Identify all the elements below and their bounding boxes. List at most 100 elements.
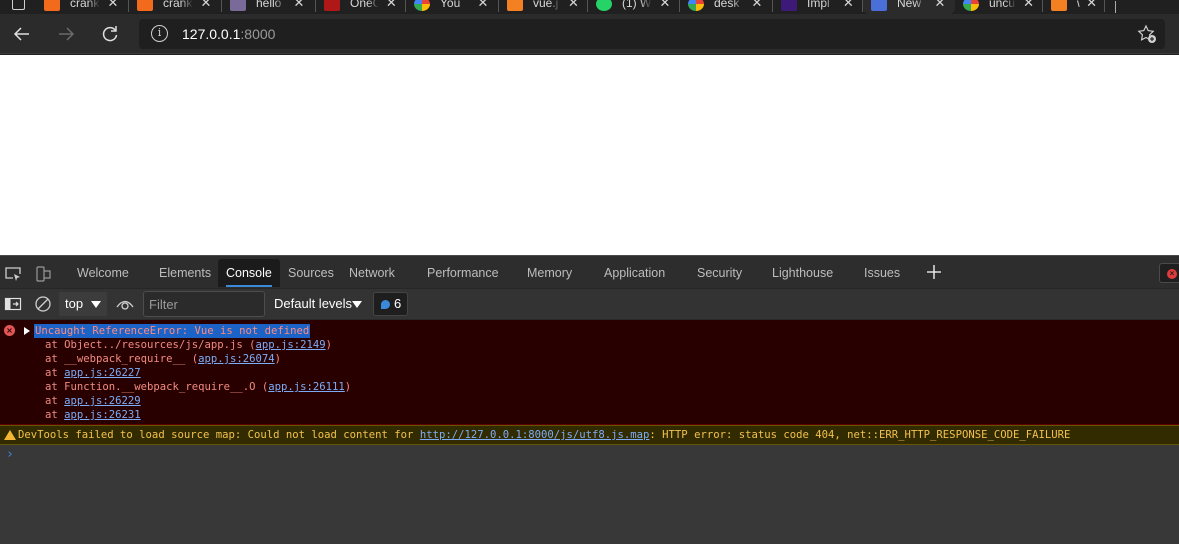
source-link[interactable]: app.js:26229	[64, 395, 141, 407]
close-tab-icon[interactable]: ✕	[385, 0, 398, 11]
browser-window: crank ✕ crank ✕ hello ✕ OneC ✕ You ✕ vue.j ✕ (1) W ✕ d…	[0, 0, 1179, 544]
close-tab-icon[interactable]: ✕	[199, 0, 213, 11]
address-bar[interactable]: i 127.0.0.1:8000	[139, 19, 1165, 49]
image-thumbnail-icon	[230, 0, 246, 11]
devtools-tab-sources[interactable]: Sources	[280, 259, 342, 287]
stack-trace: at Object../resources/js/app.js (app.js:…	[45, 338, 351, 422]
browser-tab[interactable]: vue.j ✕	[499, 0, 588, 14]
close-tab-icon[interactable]: ✕	[842, 0, 855, 11]
url-text[interactable]: 127.0.0.1:8000	[182, 26, 275, 42]
tab-separator	[1104, 0, 1105, 12]
clear-console-button[interactable]	[34, 295, 52, 313]
sidebar-icon	[4, 297, 22, 311]
source-link[interactable]: app.js:26227	[64, 367, 141, 379]
tab-title: hello	[256, 0, 282, 10]
error-headline: Uncaught ReferenceError: Vue is not defi…	[34, 324, 311, 338]
refresh-button[interactable]	[98, 22, 122, 46]
browser-tab[interactable]: why ✕	[1043, 0, 1105, 14]
devtools-tab-application[interactable]: Application	[596, 259, 673, 287]
close-tab-icon[interactable]: ✕	[658, 0, 672, 11]
error-icon: ×	[4, 325, 15, 336]
devtools-tab-elements[interactable]: Elements	[151, 259, 219, 287]
stack-frame: at app.js:26227	[45, 366, 351, 380]
issues-counter[interactable]: 6	[373, 292, 408, 316]
source-link[interactable]: app.js:26074	[198, 353, 275, 365]
devtools-tab-performance[interactable]: Performance	[419, 259, 507, 287]
stack-frame-text: at Object../resources/js/app.js (	[45, 339, 256, 351]
tab-title: uncu	[989, 0, 1016, 10]
purple-logo-icon	[781, 0, 797, 11]
page-viewport	[0, 55, 1179, 255]
source-map-link[interactable]: http://127.0.0.1:8000/js/utf8.js.map	[420, 429, 650, 441]
console-warning-message: DevTools failed to load source map: Coul…	[0, 425, 1179, 445]
context-selector[interactable]: top	[59, 292, 107, 316]
new-tab-divider	[1115, 1, 1116, 13]
source-link[interactable]: app.js:26111	[268, 381, 345, 393]
close-tab-icon[interactable]: ✕	[1022, 0, 1035, 11]
devtools-tab-welcome[interactable]: Welcome	[69, 259, 137, 287]
google-logo-icon	[688, 0, 704, 11]
browser-tab[interactable]: uncu ✕	[955, 0, 1043, 14]
devtools-tab-bar: Welcome Elements Console Sources Network Perf…	[0, 255, 1179, 289]
browser-tab[interactable]: crank ✕	[129, 0, 222, 14]
devtools-tab-lighthouse[interactable]: Lighthouse	[764, 259, 841, 287]
close-tab-icon[interactable]: ✕	[750, 0, 764, 11]
tab-actions-button[interactable]	[0, 0, 36, 14]
console-prompt[interactable]: ›	[6, 447, 14, 462]
close-tab-icon[interactable]: ✕	[292, 0, 306, 11]
inspect-element-button[interactable]	[4, 265, 22, 283]
console-output: × Uncaught ReferenceError: Vue is not de…	[0, 320, 1179, 544]
close-tab-icon[interactable]: ✕	[567, 0, 580, 11]
google-logo-icon	[963, 0, 979, 11]
log-levels-value: Default levels	[274, 296, 353, 311]
filter-input[interactable]	[143, 291, 265, 317]
console-sidebar-toggle[interactable]	[4, 295, 22, 313]
error-count-button[interactable]: ×	[1159, 263, 1179, 283]
stack-frame-text: at	[45, 395, 65, 407]
tab-title: why	[1077, 0, 1080, 10]
close-tab-icon[interactable]: ✕	[106, 0, 120, 11]
source-link[interactable]: app.js:2149	[255, 339, 325, 351]
browser-tab[interactable]: Impl ✕	[773, 0, 863, 14]
browser-tab[interactable]: New ✕	[863, 0, 955, 14]
orange-logo-icon	[44, 0, 60, 11]
add-favorite-button[interactable]	[1137, 24, 1157, 44]
issues-count: 6	[394, 296, 402, 311]
error-icon: ×	[1167, 269, 1177, 279]
site-info-icon[interactable]: i	[151, 25, 168, 42]
log-levels-dropdown[interactable]: Default levels	[274, 292, 364, 316]
stack-frame-suffix: )	[325, 339, 333, 351]
devtools-tab-security[interactable]: Security	[689, 259, 750, 287]
tab-title: crank	[163, 0, 193, 10]
browser-tab[interactable]: hello ✕	[222, 0, 316, 14]
expand-triangle-icon[interactable]	[24, 327, 30, 335]
browser-tab[interactable]: OneC ✕	[316, 0, 406, 14]
browser-tab[interactable]: (1) W ✕	[588, 0, 680, 14]
stackoverflow-logo-icon	[1051, 0, 1067, 11]
grid-logo-icon	[871, 0, 887, 11]
device-emulation-button[interactable]	[34, 265, 52, 283]
devtools-tab-network[interactable]: Network	[341, 259, 403, 287]
browser-tab[interactable]: You ✕	[406, 0, 499, 14]
tab-title: Impl	[807, 0, 830, 10]
block-icon	[35, 296, 51, 312]
close-tab-icon[interactable]: ✕	[1086, 0, 1097, 11]
stack-frame-text: at __webpack_require__ (	[45, 353, 199, 365]
source-link[interactable]: app.js:26231	[64, 409, 141, 421]
browser-tab[interactable]: desk ✕	[680, 0, 773, 14]
close-tab-icon[interactable]: ✕	[476, 0, 490, 11]
close-tab-icon[interactable]: ✕	[933, 0, 947, 11]
url-port: :8000	[240, 26, 276, 42]
forward-button[interactable]	[54, 22, 78, 46]
context-value: top	[65, 296, 84, 311]
devtools-tab-issues[interactable]: Issues	[856, 259, 908, 287]
stack-frame: at app.js:26229	[45, 394, 351, 408]
devtools-tab-memory[interactable]: Memory	[519, 259, 580, 287]
devtools-tab-console[interactable]: Console	[218, 259, 280, 287]
plus-icon	[927, 265, 941, 279]
browser-tab[interactable]: crank ✕	[36, 0, 129, 14]
back-button[interactable]	[10, 22, 34, 46]
live-expression-button[interactable]	[116, 296, 134, 312]
stack-frame: at Object../resources/js/app.js (app.js:…	[45, 338, 351, 352]
more-tools-button[interactable]	[926, 264, 942, 280]
